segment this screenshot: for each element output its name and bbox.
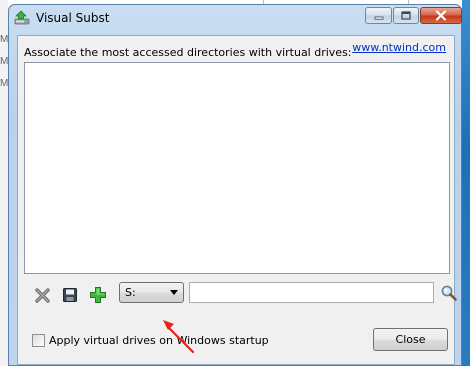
startup-checkbox-label: Apply virtual drives on Windows startup	[49, 334, 269, 347]
visual-subst-window: Visual Subst Associate the most accessed…	[8, 4, 462, 366]
save-button[interactable]	[60, 285, 80, 305]
title-bar[interactable]: Visual Subst	[9, 5, 462, 31]
website-link[interactable]: www.ntwind.com	[352, 41, 446, 54]
drive-letter-select[interactable]: S:	[119, 282, 184, 303]
folder-path-input[interactable]	[189, 282, 434, 303]
minimize-button[interactable]	[365, 7, 392, 24]
virtual-drive-list[interactable]	[24, 62, 450, 274]
startup-checkbox[interactable]	[32, 334, 45, 347]
dialog-client-area: Associate the most accessed directories …	[17, 35, 458, 365]
close-icon	[435, 10, 447, 21]
background-letter: Μ	[0, 34, 8, 45]
window-title: Visual Subst	[36, 11, 110, 25]
chevron-down-icon	[170, 290, 178, 295]
minimize-icon	[374, 16, 383, 20]
red-annotation-arrow-icon	[163, 320, 195, 354]
description-label: Associate the most accessed directories …	[24, 46, 352, 59]
save-icon	[63, 288, 77, 302]
drive-letter-value: S:	[125, 286, 136, 299]
add-icon	[90, 287, 106, 303]
desktop-background	[462, 0, 470, 366]
background-left-strip: Μ Μ Μ	[0, 0, 8, 366]
delete-button[interactable]	[33, 285, 53, 305]
delete-icon	[35, 288, 50, 303]
close-button[interactable]: Close	[373, 328, 448, 351]
background-letter: Μ	[0, 56, 8, 67]
add-button[interactable]	[88, 285, 108, 305]
background-letter: Μ	[0, 78, 8, 89]
visual-subst-app-icon	[14, 10, 30, 25]
maximize-icon	[401, 11, 411, 20]
browse-magnifier-icon[interactable]	[440, 284, 458, 302]
title-close-button[interactable]	[420, 7, 462, 24]
maximize-button[interactable]	[393, 7, 419, 24]
